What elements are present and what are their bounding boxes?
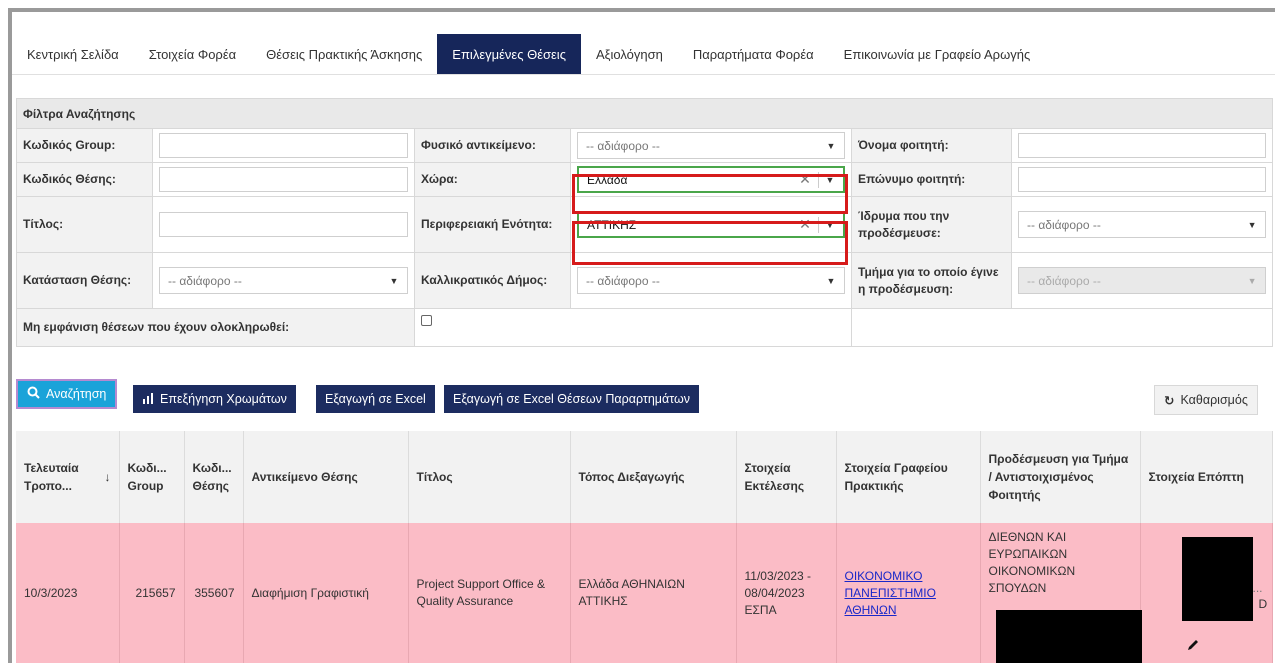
col-last-modified[interactable]: ↓ Τελευταία Τροπο... [16, 431, 120, 523]
edit-icon[interactable] [1186, 638, 1200, 657]
chevron-down-icon: ▼ [825, 174, 835, 185]
col-title[interactable]: Τίτλος [408, 431, 571, 523]
col-reservation[interactable]: Προδέσμευση για Τμήμα / Αντιστοιχισμένος… [980, 431, 1141, 523]
group-code-label: Κωδικός Group: [16, 128, 153, 163]
search-icon [27, 386, 40, 402]
position-status-select[interactable]: -- αδιάφορο -- ▼ [159, 267, 408, 294]
export-excel-button[interactable]: Εξαγωγή σε Excel [316, 385, 435, 413]
title-input[interactable] [159, 212, 408, 237]
chevron-down-icon: ▼ [826, 140, 836, 151]
tab-internship-positions[interactable]: Θέσεις Πρακτικής Άσκησης [251, 34, 437, 74]
chevron-down-icon: ▼ [1247, 275, 1257, 286]
position-status-value: -- αδιάφορο -- [168, 273, 242, 288]
tab-organization-branches[interactable]: Παραρτήματα Φορέα [678, 34, 829, 74]
sort-down-icon: ↓ [104, 470, 111, 484]
cell-group-code: 215657 [119, 523, 185, 663]
institution-value: -- αδιάφορο -- [1027, 217, 1101, 232]
student-name-label: Όνομα φοιτητή: [851, 128, 1012, 163]
search-button[interactable]: Αναζήτηση [16, 379, 118, 409]
col-supervisor[interactable]: Στοιχεία Επόπτη [1140, 431, 1273, 523]
department-label: Τμήμα για το οποίο έγινε η προδέσμευση: [851, 252, 1012, 309]
regional-unit-value: ΑΤΤΙΚΗΣ [587, 217, 637, 232]
color-legend-button[interactable]: Επεξήγηση Χρωμάτων [133, 385, 296, 413]
municipality-select[interactable]: -- αδιάφορο -- ▼ [577, 267, 845, 294]
institution-label: Ίδρυμα που την προδέσμευσε: [851, 196, 1012, 253]
col-execution[interactable]: Στοιχεία Εκτέλεσης [736, 431, 837, 523]
supervisor-text-fragment: ... [1252, 581, 1263, 595]
chevron-down-icon: ▼ [389, 275, 399, 286]
col-position-code[interactable]: Κωδι... Θέσης [184, 431, 244, 523]
student-name-input[interactable] [1018, 133, 1267, 158]
export-annex-label: Εξαγωγή σε Excel Θέσεων Παραρτημάτων [453, 392, 690, 406]
student-surname-input[interactable] [1018, 167, 1267, 192]
col-group-code[interactable]: Κωδι... Group [119, 431, 185, 523]
clear-icon[interactable]: ✕ [796, 171, 814, 188]
bar-chart-icon [142, 392, 154, 407]
country-select[interactable]: Ελλάδα ✕ ▼ [577, 166, 845, 193]
municipality-value: -- αδιάφορο -- [586, 273, 660, 288]
cell-location: Ελλάδα ΑΘΗΝΑΙΩΝ ΑΤΤΙΚΗΣ [570, 523, 737, 663]
col-office[interactable]: Στοιχεία Γραφείου Πρακτικής [836, 431, 981, 523]
col-location[interactable]: Τόπος Διεξαγωγής [570, 431, 737, 523]
physical-object-value: -- αδιάφορο -- [586, 138, 660, 153]
title-label: Τίτλος: [16, 196, 153, 253]
filters-title: Φίλτρα Αναζήτησης [15, 98, 1274, 129]
chevron-down-icon: ▼ [825, 219, 835, 230]
position-status-label: Κατάσταση Θέσης: [16, 252, 153, 309]
tab-selected-positions[interactable]: Επιλεγμένες Θέσεις [437, 34, 581, 74]
physical-object-label: Φυσικό αντικείμενο: [414, 128, 571, 163]
cell-title: Project Support Office & Quality Assuran… [408, 523, 571, 663]
main-nav: Κεντρική Σελίδα Στοιχεία Φορέα Θέσεις Πρ… [12, 34, 1045, 74]
nav-divider [12, 74, 1275, 75]
search-button-label: Αναζήτηση [46, 387, 107, 401]
chevron-down-icon: ▼ [826, 275, 836, 286]
student-surname-label: Επώνυμο φοιτητή: [851, 162, 1012, 197]
clear-button-label: Καθαρισμός [1180, 393, 1248, 407]
select-divider [818, 171, 819, 188]
select-divider [818, 216, 819, 233]
export-annex-excel-button[interactable]: Εξαγωγή σε Excel Θέσεων Παραρτημάτων [444, 385, 699, 413]
redaction-block [1182, 537, 1253, 621]
cell-position-code: 355607 [184, 523, 244, 663]
table-header-row: ↓ Τελευταία Τροπο... Κωδι... Group Κωδι..… [16, 431, 1273, 523]
tab-organization-details[interactable]: Στοιχεία Φορέα [134, 34, 251, 74]
position-code-input[interactable] [159, 167, 408, 192]
clear-button[interactable]: ↻ Καθαρισμός [1154, 385, 1258, 415]
department-select: -- αδιάφορο -- ▼ [1018, 267, 1267, 294]
country-value: Ελλάδα [587, 172, 628, 187]
cell-execution: 11/03/2023 - 08/04/2023 ΕΣΠΑ [736, 523, 837, 663]
position-code-label: Κωδικός Θέσης: [16, 162, 153, 197]
tab-home[interactable]: Κεντρική Σελίδα [12, 34, 134, 74]
institution-select[interactable]: -- αδιάφορο -- ▼ [1018, 211, 1267, 238]
physical-object-select[interactable]: -- αδιάφορο -- ▼ [577, 132, 845, 159]
municipality-label: Καλλικρατικός Δήμος: [414, 252, 571, 309]
col-subject[interactable]: Αντικείμενο Θέσης [243, 431, 409, 523]
cell-office: ΟΙΚΟΝΟΜΙΚΟ ΠΑΝΕΠΙΣΤΗΜΙΟ ΑΘΗΝΩΝ [836, 523, 981, 663]
cell-subject: Διαφήμιση Γραφιστική [243, 523, 409, 663]
hide-completed-checkbox[interactable] [421, 315, 432, 326]
redaction-block [996, 610, 1142, 663]
empty-cell [850, 308, 1274, 347]
chevron-down-icon: ▼ [1247, 219, 1257, 230]
group-code-input[interactable] [159, 133, 408, 158]
regional-unit-select[interactable]: ΑΤΤΙΚΗΣ ✕ ▼ [577, 211, 845, 238]
hide-completed-label: Μη εμφάνιση θέσεων που έχουν ολοκληρωθεί… [16, 308, 415, 347]
search-filters-table: Φίλτρα Αναζήτησης Κωδικός Group: Φυσικό … [15, 98, 1274, 347]
tab-evaluation[interactable]: Αξιολόγηση [581, 34, 678, 74]
tab-helpdesk-contact[interactable]: Επικοινωνία με Γραφείο Αρωγής [829, 34, 1046, 74]
color-legend-label: Επεξήγηση Χρωμάτων [160, 392, 287, 406]
refresh-icon: ↻ [1164, 393, 1175, 408]
office-link[interactable]: ΟΙΚΟΝΟΜΙΚΟ ΠΑΝΕΠΙΣΤΗΜΙΟ ΑΘΗΝΩΝ [845, 569, 936, 617]
cell-last-modified: 10/3/2023 [16, 523, 120, 663]
country-label: Χώρα: [414, 162, 571, 197]
supervisor-text-fragment-2: D [1258, 597, 1268, 611]
clear-icon[interactable]: ✕ [796, 216, 814, 233]
export-excel-label: Εξαγωγή σε Excel [325, 392, 426, 406]
department-value: -- αδιάφορο -- [1027, 273, 1101, 288]
regional-unit-label: Περιφερειακή Ενότητα: [414, 196, 571, 253]
